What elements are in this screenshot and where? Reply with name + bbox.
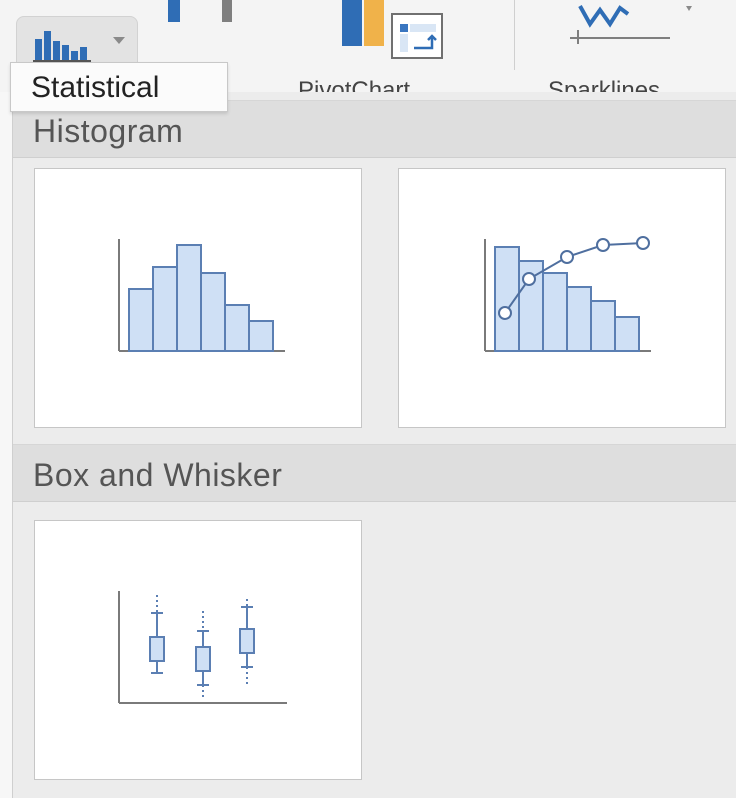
sheet-edge (0, 92, 12, 798)
statistical-tooltip: Statistical (10, 62, 228, 112)
histogram-tile[interactable] (34, 168, 362, 428)
pivotchart-icon[interactable] (336, 0, 456, 64)
section-header-box-and-whisker: Box and Whisker (13, 444, 736, 502)
statistical-chart-gallery: Histogram Box and Whisker (12, 92, 736, 798)
pareto-tile[interactable] (398, 168, 726, 428)
box-whisker-chart-icon (118, 591, 287, 704)
histogram-chart-icon (118, 239, 285, 352)
pareto-chart-icon (484, 236, 651, 352)
pivotchart-label: PivotChart (298, 77, 411, 92)
box-whisker-tile[interactable] (34, 520, 362, 780)
sparklines-label: Sparklines (548, 77, 661, 92)
chevron-down-icon[interactable] (113, 37, 125, 44)
chart-icon[interactable] (160, 0, 240, 40)
sparklines-icon[interactable] (566, 0, 706, 50)
ribbon-divider (514, 0, 515, 70)
